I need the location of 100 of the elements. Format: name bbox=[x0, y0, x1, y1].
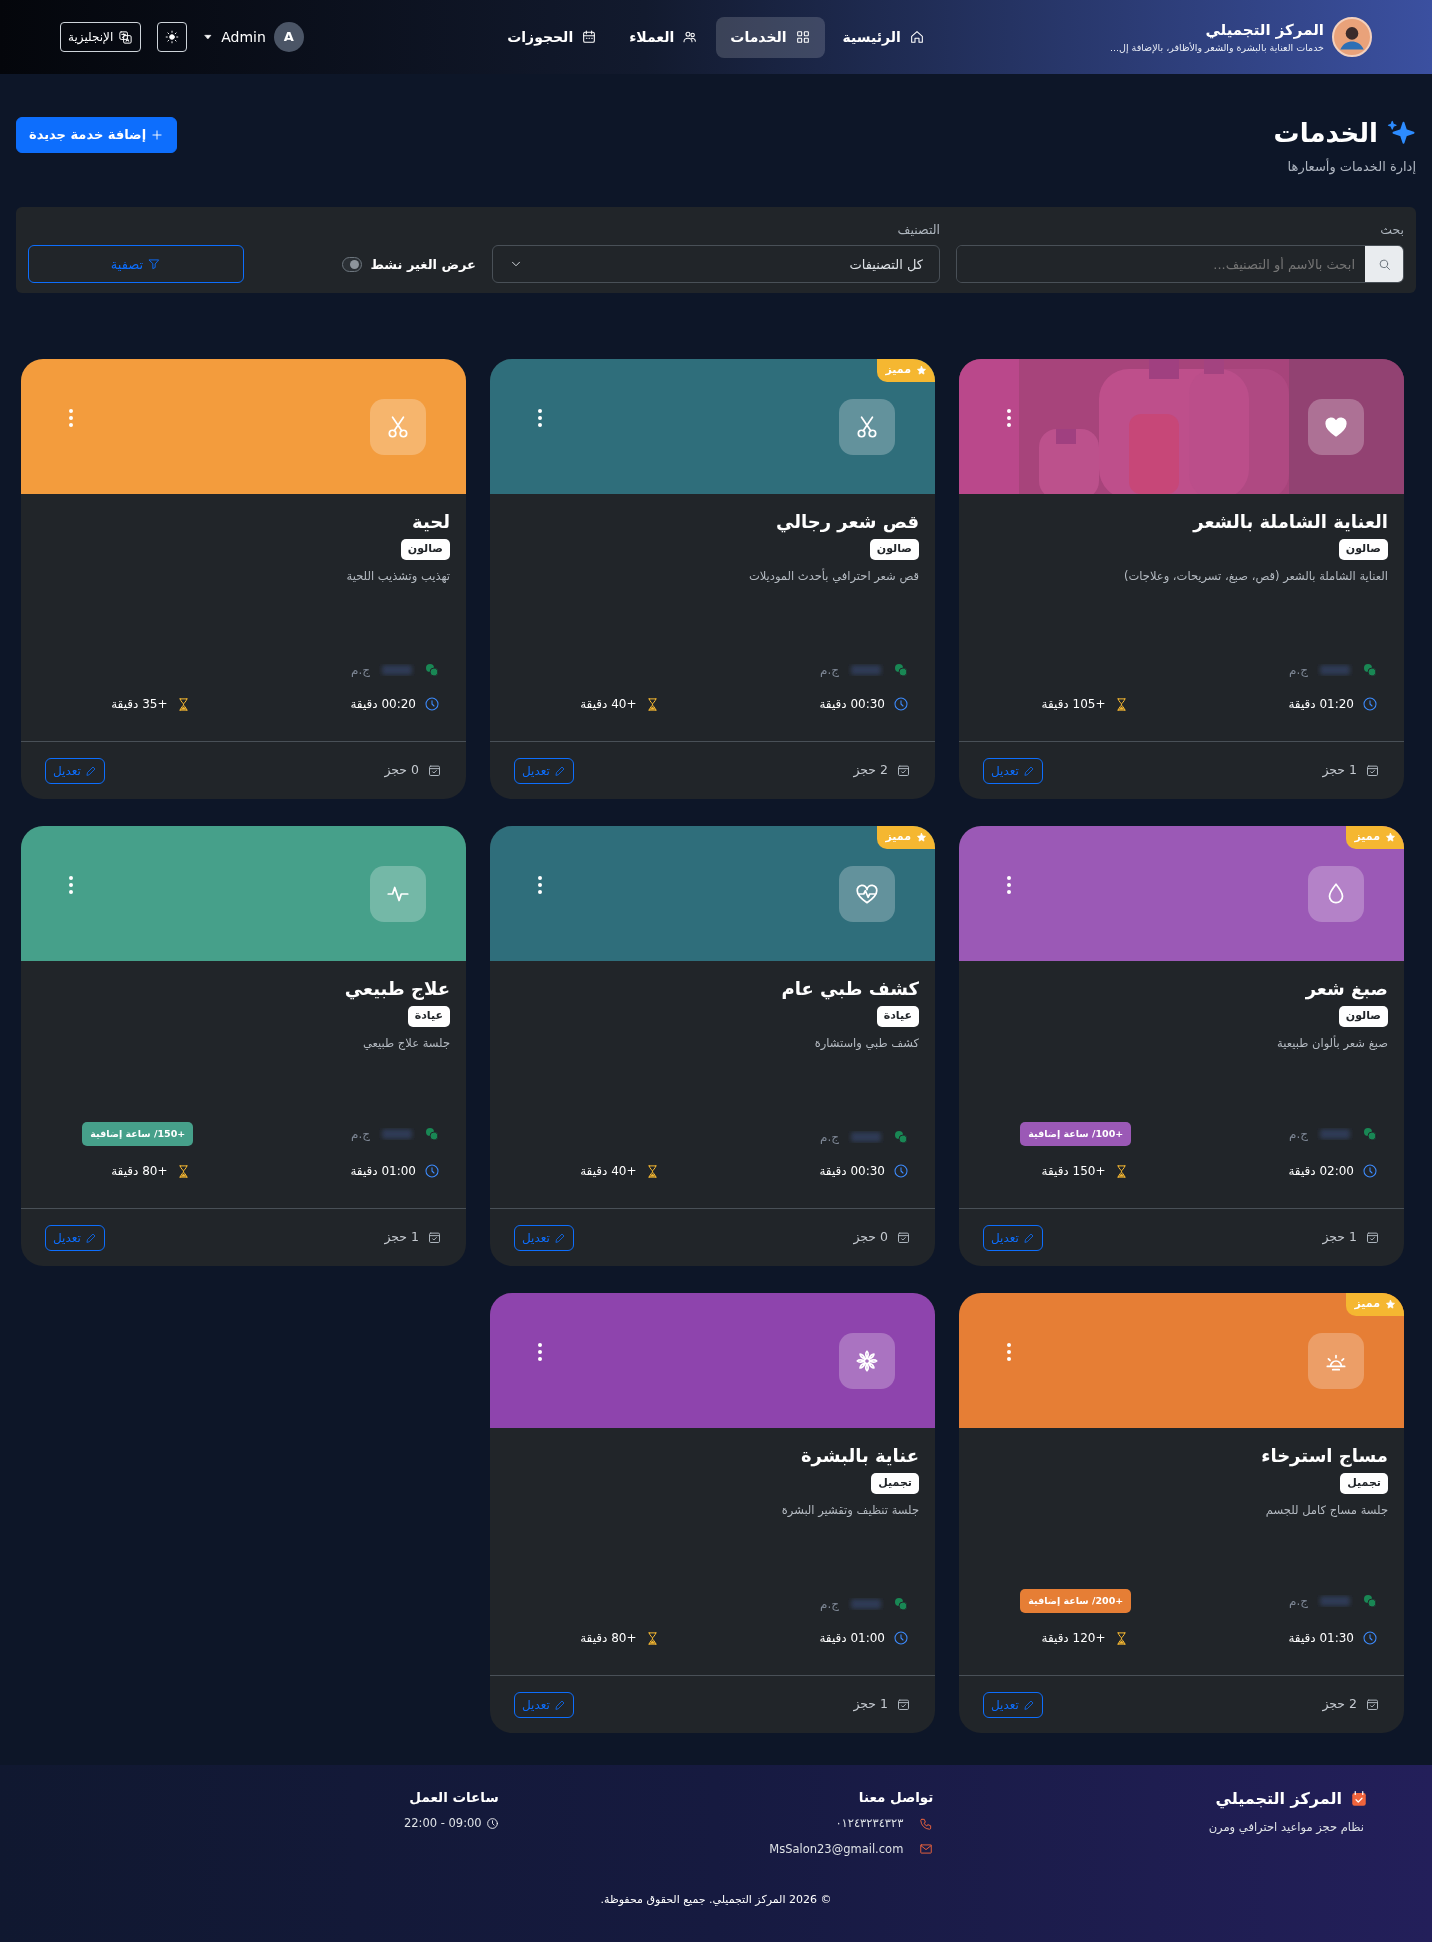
service-description: جلسة مساج كامل للجسم bbox=[1264, 1501, 1388, 1519]
more-icon[interactable] bbox=[67, 874, 75, 895]
service-description: صبغ شعر بألوان طبيعية bbox=[1276, 1034, 1388, 1052]
money-icon bbox=[424, 662, 440, 679]
add-service-button[interactable]: إضافة خدمة جديدة bbox=[16, 117, 178, 153]
filter-button[interactable]: تصفية bbox=[28, 245, 244, 284]
theme-toggle-button[interactable] bbox=[157, 22, 188, 52]
more-icon[interactable] bbox=[1005, 874, 1013, 895]
scissors-icon bbox=[385, 414, 411, 441]
duration-text: 01:30 دقيقة bbox=[1288, 1630, 1354, 1648]
clock-icon bbox=[485, 1817, 499, 1831]
edit-button[interactable]: تعديل bbox=[983, 1691, 1043, 1718]
calendar-check-icon bbox=[896, 763, 911, 779]
sun-icon bbox=[165, 30, 180, 44]
calendar-check-icon bbox=[1365, 763, 1380, 779]
extra-rate-badge: +200/ ساعة إضافية bbox=[1020, 1589, 1132, 1614]
working-hours: 22:00 - 09:00 bbox=[403, 1815, 482, 1833]
duration-text: 02:00 دقيقة bbox=[1288, 1163, 1354, 1181]
buffer-time-text: +35 دقيقة bbox=[111, 696, 168, 714]
house-icon bbox=[908, 29, 925, 45]
more-icon[interactable] bbox=[1005, 1341, 1013, 1362]
email-address: MsSalon23@gmail.com bbox=[769, 1840, 904, 1858]
money-icon bbox=[893, 1129, 909, 1146]
service-title: علاج طبيعي bbox=[343, 977, 450, 1002]
edit-button[interactable]: تعديل bbox=[514, 1224, 574, 1251]
pencil-icon bbox=[1022, 764, 1035, 777]
money-icon bbox=[893, 662, 909, 679]
money-icon bbox=[1362, 1593, 1378, 1610]
buffer-time-text: +120 دقيقة bbox=[1041, 1630, 1106, 1648]
edit-button[interactable]: تعديل bbox=[983, 757, 1043, 784]
more-icon[interactable] bbox=[536, 1341, 544, 1362]
bookings-count: 1 حجز bbox=[1322, 1228, 1357, 1247]
translate-icon bbox=[118, 29, 134, 45]
avatar-icon bbox=[1332, 17, 1372, 57]
language-button[interactable]: الإنجليزية bbox=[60, 22, 142, 52]
service-description: جلسة تنظيف وتقشير البشرة bbox=[780, 1501, 919, 1519]
edit-button[interactable]: تعديل bbox=[45, 757, 105, 784]
calendar-check-icon bbox=[1350, 1790, 1368, 1808]
extra-rate-badge: +100/ ساعة إضافية bbox=[1020, 1122, 1132, 1147]
duration-text: 00:30 دقيقة bbox=[819, 1163, 885, 1181]
calendar-check-icon bbox=[896, 1697, 911, 1713]
featured-badge: مميز bbox=[1346, 826, 1404, 849]
nav-tab[interactable]: الحجوزات bbox=[493, 16, 612, 58]
pencil-icon bbox=[84, 764, 97, 777]
category-badge: تجميل bbox=[871, 1473, 919, 1494]
nav-tab[interactable]: الرئيسية bbox=[828, 16, 939, 58]
duration-text: 01:00 دقيقة bbox=[350, 1163, 416, 1181]
edit-button[interactable]: تعديل bbox=[983, 1224, 1043, 1251]
more-icon[interactable] bbox=[536, 874, 544, 895]
clock-icon bbox=[1362, 1163, 1378, 1180]
currency-label: ج.م bbox=[1289, 1126, 1308, 1144]
featured-badge: مميز bbox=[877, 359, 935, 382]
edit-button[interactable]: تعديل bbox=[45, 1224, 105, 1251]
category-badge: عيادة bbox=[876, 1006, 919, 1027]
money-icon bbox=[893, 1596, 909, 1613]
money-icon bbox=[1362, 662, 1378, 679]
user-avatar[interactable]: A bbox=[273, 22, 304, 52]
currency-label: ج.م bbox=[820, 662, 839, 680]
service-title: صبغ شعر bbox=[1304, 977, 1388, 1002]
pencil-icon bbox=[553, 764, 566, 777]
duration-text: 01:20 دقيقة bbox=[1288, 696, 1354, 714]
category-badge: صالون bbox=[1338, 1006, 1388, 1027]
category-select[interactable]: كل التصنيفات bbox=[492, 245, 940, 284]
mail-icon bbox=[919, 1842, 934, 1857]
calendar-check-icon bbox=[427, 1230, 442, 1246]
grid-icon bbox=[794, 29, 811, 45]
category-badge: عيادة bbox=[407, 1006, 450, 1027]
footer-tagline: نظام حجز مواعيد احترافي ومرن bbox=[1207, 1819, 1364, 1836]
pencil-icon bbox=[84, 1231, 97, 1244]
user-name[interactable]: Admin bbox=[221, 26, 266, 48]
edit-button[interactable]: تعديل bbox=[514, 1691, 574, 1718]
funnel-icon bbox=[147, 257, 162, 272]
star-icon bbox=[916, 832, 927, 843]
buffer-time-text: +40 دقيقة bbox=[580, 696, 637, 714]
currency-label: ج.م bbox=[820, 1129, 839, 1147]
featured-badge: مميز bbox=[877, 826, 935, 849]
nav-tab[interactable]: الخدمات bbox=[716, 16, 825, 58]
buffer-time-text: +105 دقيقة bbox=[1041, 696, 1106, 714]
category-badge: تجميل bbox=[1340, 1473, 1388, 1494]
service-description: العناية الشاملة بالشعر (قص، صبغ، تسريحات، وعلاجات) bbox=[1123, 567, 1388, 585]
more-icon[interactable] bbox=[1005, 407, 1013, 428]
hours-heading: ساعات العمل bbox=[408, 1788, 499, 1807]
edit-button[interactable]: تعديل bbox=[514, 757, 574, 784]
nav-tab[interactable]: العملاء bbox=[615, 16, 713, 58]
star-icon bbox=[916, 365, 927, 376]
currency-label: ج.م bbox=[820, 1596, 839, 1614]
bookings-count: 0 حجز bbox=[853, 1228, 888, 1247]
service-description: جلسة علاج طبيعي bbox=[361, 1034, 450, 1052]
duration-text: 01:00 دقيقة bbox=[819, 1630, 885, 1648]
buffer-time-text: +150 دقيقة bbox=[1041, 1163, 1106, 1181]
service-description: قص شعر احترافي بأحدث الموديلات bbox=[747, 567, 919, 585]
phone-number: ٠١٢٤٣٢٣٤٣٢٣ bbox=[835, 1815, 904, 1833]
calendar-check-icon bbox=[1365, 1697, 1380, 1713]
scissors-icon bbox=[854, 414, 880, 441]
people-icon bbox=[682, 29, 699, 45]
star-icon bbox=[1385, 832, 1396, 843]
more-icon[interactable] bbox=[536, 407, 544, 428]
clock-icon bbox=[1362, 696, 1378, 713]
pencil-icon bbox=[1022, 1698, 1035, 1711]
category-badge: صالون bbox=[869, 539, 919, 560]
